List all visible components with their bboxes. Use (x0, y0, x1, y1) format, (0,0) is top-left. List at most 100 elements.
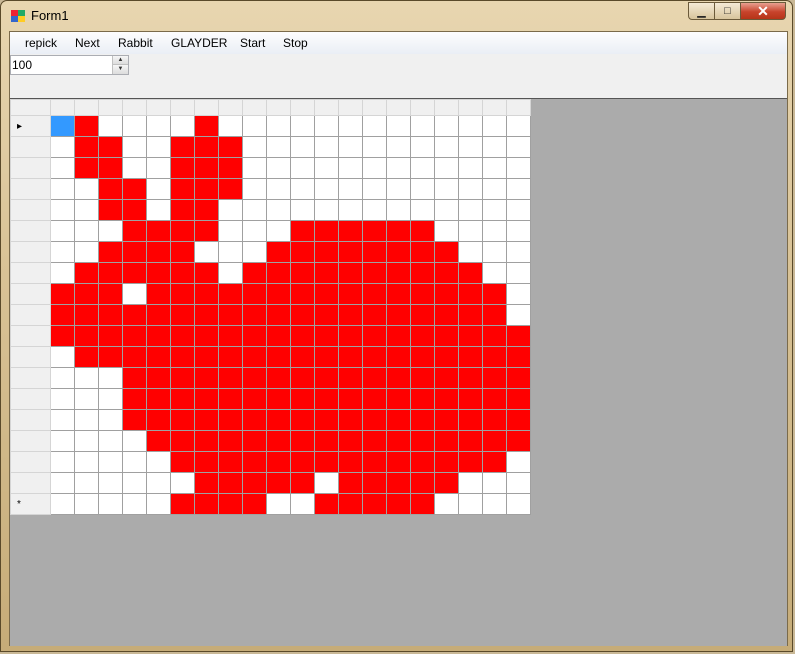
column-header[interactable] (434, 99, 459, 116)
grid-cell-alive[interactable] (242, 430, 267, 452)
grid-cell-dead[interactable] (266, 493, 291, 515)
grid-cell-alive[interactable] (410, 241, 435, 263)
grid-cell-alive[interactable] (290, 220, 315, 242)
grid-cell-dead[interactable] (290, 493, 315, 515)
grid-cell-alive[interactable] (194, 325, 219, 347)
grid-cell-alive[interactable] (170, 325, 195, 347)
grid-cell-dead[interactable] (506, 262, 531, 284)
grid-cell-dead[interactable] (338, 136, 363, 158)
grid-cell-alive[interactable] (146, 283, 171, 305)
grid-cell-dead[interactable] (242, 178, 267, 200)
grid-cell-alive[interactable] (458, 409, 483, 431)
grid-cell-dead[interactable] (74, 430, 99, 452)
grid-cell-dead[interactable] (50, 136, 75, 158)
column-header[interactable] (482, 99, 507, 116)
grid-cell-dead[interactable] (146, 451, 171, 473)
spin-down-button[interactable]: ▼ (112, 65, 128, 74)
grid-cell-alive[interactable] (458, 451, 483, 473)
grid-cell-dead[interactable] (506, 472, 531, 494)
grid-cell-alive[interactable] (482, 367, 507, 389)
grid-cell-alive[interactable] (146, 409, 171, 431)
grid-cell-alive[interactable] (458, 367, 483, 389)
title-bar[interactable]: Form1 ▁ □ ✕ (1, 1, 792, 31)
grid-cell-dead[interactable] (98, 472, 123, 494)
grid-cell-dead[interactable] (146, 199, 171, 221)
grid-cell-dead[interactable] (434, 220, 459, 242)
grid-cell-dead[interactable] (122, 493, 147, 515)
grid-cell-alive[interactable] (314, 346, 339, 368)
grid-cell-alive[interactable] (266, 346, 291, 368)
grid-cell-alive[interactable] (266, 409, 291, 431)
menu-next[interactable]: Next (75, 36, 100, 50)
grid-cell-alive[interactable] (170, 199, 195, 221)
grid-cell-alive[interactable] (194, 262, 219, 284)
column-header[interactable] (362, 99, 387, 116)
grid-cell-alive[interactable] (74, 115, 99, 137)
row-header[interactable]: * (10, 493, 51, 515)
grid-cell-dead[interactable] (194, 241, 219, 263)
grid-cell-dead[interactable] (122, 283, 147, 305)
column-header[interactable] (506, 99, 531, 116)
grid-cell-alive[interactable] (170, 136, 195, 158)
grid-cell-alive[interactable] (74, 304, 99, 326)
row-header[interactable] (10, 136, 51, 158)
grid-cell-alive[interactable] (386, 409, 411, 431)
grid-cell-alive[interactable] (266, 325, 291, 347)
grid-cell-dead[interactable] (74, 367, 99, 389)
grid-cell-alive[interactable] (146, 367, 171, 389)
grid-cell-alive[interactable] (434, 367, 459, 389)
grid-cell-dead[interactable] (98, 367, 123, 389)
grid-cell-alive[interactable] (506, 346, 531, 368)
grid-cell-alive[interactable] (290, 367, 315, 389)
grid-cell-alive[interactable] (194, 388, 219, 410)
grid-cell-dead[interactable] (242, 220, 267, 242)
grid-cell-alive[interactable] (434, 388, 459, 410)
grid-cell-alive[interactable] (170, 157, 195, 179)
grid-cell-alive[interactable] (194, 283, 219, 305)
grid-cell-alive[interactable] (362, 220, 387, 242)
grid-cell-alive[interactable] (386, 472, 411, 494)
grid-cell-dead[interactable] (122, 157, 147, 179)
grid-cell-alive[interactable] (410, 493, 435, 515)
column-header[interactable] (386, 99, 411, 116)
grid-cell-dead[interactable] (458, 493, 483, 515)
grid-cell-dead[interactable] (290, 115, 315, 137)
grid-cell-dead[interactable] (410, 199, 435, 221)
grid-cell-alive[interactable] (386, 220, 411, 242)
grid-cell-alive[interactable] (338, 325, 363, 347)
grid-cell-alive[interactable] (170, 388, 195, 410)
grid-cell-dead[interactable] (434, 178, 459, 200)
grid-cell-alive[interactable] (338, 493, 363, 515)
grid-cell-dead[interactable] (50, 220, 75, 242)
column-header[interactable] (266, 99, 291, 116)
grid-cell-dead[interactable] (386, 199, 411, 221)
grid-cell-alive[interactable] (410, 430, 435, 452)
grid-cell-alive[interactable] (434, 430, 459, 452)
row-header[interactable] (10, 430, 51, 452)
grid-cell-alive[interactable] (434, 262, 459, 284)
grid-cell-alive[interactable] (290, 304, 315, 326)
grid-cell-alive[interactable] (410, 325, 435, 347)
grid-cell-dead[interactable] (122, 472, 147, 494)
grid-cell-alive[interactable] (386, 430, 411, 452)
grid-cell-alive[interactable] (434, 472, 459, 494)
grid-cell-dead[interactable] (98, 115, 123, 137)
menu-repick[interactable]: repick (25, 36, 57, 50)
row-header[interactable] (10, 262, 51, 284)
grid-cell-alive[interactable] (434, 451, 459, 473)
grid-cell-alive[interactable] (242, 451, 267, 473)
grid-cell-dead[interactable] (242, 199, 267, 221)
grid-cell-dead[interactable] (74, 493, 99, 515)
grid-cell-dead[interactable] (458, 115, 483, 137)
grid-cell-dead[interactable] (98, 388, 123, 410)
grid-cell-alive[interactable] (242, 409, 267, 431)
row-header[interactable] (10, 325, 51, 347)
grid-cell-dead[interactable] (122, 451, 147, 473)
grid-cell-dead[interactable] (482, 199, 507, 221)
grid-cell-alive[interactable] (482, 325, 507, 347)
grid-cell-dead[interactable] (242, 157, 267, 179)
grid-cell-dead[interactable] (434, 115, 459, 137)
grid-cell-alive[interactable] (314, 220, 339, 242)
grid-cell-alive[interactable] (218, 430, 243, 452)
grid-cell-alive[interactable] (74, 346, 99, 368)
